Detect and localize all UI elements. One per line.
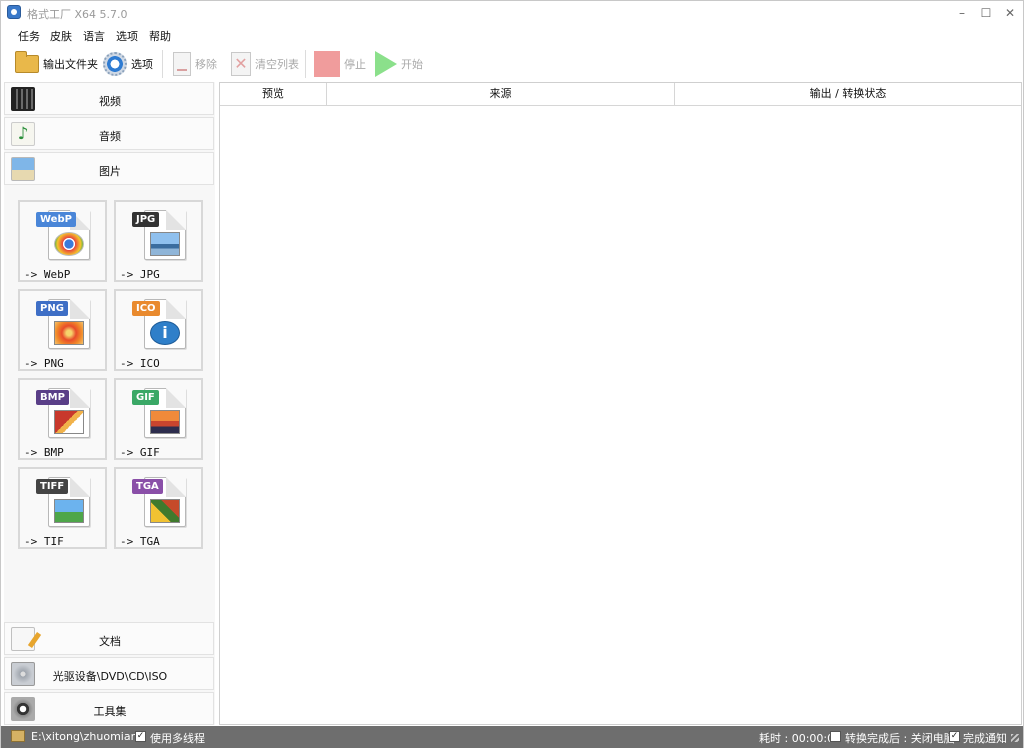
- format-label: -> ICO: [120, 357, 160, 370]
- stop-button[interactable]: 停止: [314, 49, 366, 79]
- category-audio[interactable]: ♪ 音频: [4, 117, 214, 150]
- format-label: -> TGA: [120, 535, 160, 548]
- clear-list-label: 清空列表: [255, 58, 299, 71]
- category-image[interactable]: 图片: [4, 152, 214, 185]
- format-bmp-button[interactable]: BMP -> BMP: [18, 378, 107, 460]
- after-convert-checkbox[interactable]: [830, 731, 841, 742]
- menu-help[interactable]: 帮助: [149, 28, 171, 44]
- paintbrush-icon: [54, 410, 84, 434]
- chrome-icon: [54, 232, 84, 256]
- format-label: -> JPG: [120, 268, 160, 281]
- category-label: 视频: [99, 95, 121, 108]
- sidebar: 视频 ♪ 音频 图片 WebP -> WebP JPG -> JPG PNG -…: [4, 82, 215, 725]
- options-gear-icon: [103, 52, 127, 76]
- meadow-icon: [54, 499, 84, 523]
- format-tif-button[interactable]: TIFF -> TIF: [18, 467, 107, 549]
- title-bar: 格式工厂 X64 5.7.0 – ☐ ✕: [1, 1, 1023, 25]
- maximize-button[interactable]: ☐: [975, 3, 997, 23]
- format-ico-button[interactable]: ICO i -> ICO: [114, 289, 203, 371]
- toolbar-divider: [305, 50, 306, 78]
- app-logo-icon: [7, 5, 21, 19]
- output-folder-button[interactable]: 输出文件夹: [15, 49, 98, 79]
- format-tag: ICO: [132, 301, 160, 316]
- task-list-header: 预览 来源 输出 / 转换状态: [220, 83, 1021, 106]
- remove-label: 移除: [195, 58, 217, 71]
- folder-icon: [15, 51, 39, 73]
- menu-bar: 任务 皮肤 语言 选项 帮助: [1, 25, 1023, 45]
- menu-language[interactable]: 语言: [83, 28, 105, 44]
- format-label: -> GIF: [120, 446, 160, 459]
- category-label: 音频: [99, 130, 121, 143]
- column-source[interactable]: 来源: [327, 83, 675, 105]
- sunset-icon: [150, 410, 180, 434]
- format-label: -> BMP: [24, 446, 64, 459]
- play-icon: [375, 51, 397, 77]
- task-list[interactable]: 预览 来源 输出 / 转换状态: [219, 82, 1022, 725]
- start-button[interactable]: 开始: [375, 49, 423, 79]
- status-bar: E:\xitong\zhuomian ✓ 使用多线程 耗时 : 00:00:00…: [1, 726, 1023, 748]
- column-output-status[interactable]: 输出 / 转换状态: [675, 83, 1021, 105]
- after-convert-label: 转换完成后 : 关闭电脑: [845, 732, 955, 745]
- category-label: 图片: [99, 165, 121, 178]
- painting-icon: [150, 499, 180, 523]
- format-webp-button[interactable]: WebP -> WebP: [18, 200, 107, 282]
- options-button[interactable]: 选项: [103, 49, 153, 79]
- stop-label: 停止: [344, 58, 366, 71]
- menu-skin[interactable]: 皮肤: [50, 28, 72, 44]
- elapsed-time: 耗时 : 00:00:00: [759, 732, 842, 745]
- remove-icon: [173, 52, 191, 76]
- format-tag: TGA: [132, 479, 163, 494]
- format-tga-button[interactable]: TGA -> TGA: [114, 467, 203, 549]
- clear-list-icon: ✕: [231, 52, 251, 76]
- multithread-checkbox[interactable]: ✓: [135, 731, 146, 742]
- column-preview[interactable]: 预览: [220, 83, 327, 105]
- folder-icon[interactable]: [11, 730, 25, 742]
- minimize-button[interactable]: –: [951, 3, 973, 23]
- window-title: 格式工厂 X64 5.7.0: [27, 8, 128, 21]
- category-document[interactable]: 文档: [4, 622, 214, 655]
- stop-icon: [314, 51, 340, 77]
- flower-icon: [54, 321, 84, 345]
- menu-task[interactable]: 任务: [18, 28, 40, 44]
- landscape-icon: [150, 232, 180, 256]
- output-path[interactable]: E:\xitong\zhuomian: [31, 730, 138, 743]
- format-png-button[interactable]: PNG -> PNG: [18, 289, 107, 371]
- format-tag: BMP: [36, 390, 69, 405]
- info-icon: i: [150, 321, 180, 345]
- format-label: -> PNG: [24, 357, 64, 370]
- format-tag: JPG: [132, 212, 160, 227]
- toolbar-divider: [162, 50, 163, 78]
- category-video[interactable]: 视频: [4, 82, 214, 115]
- category-label: 文档: [99, 635, 121, 648]
- format-tag: PNG: [36, 301, 68, 316]
- start-label: 开始: [401, 58, 423, 71]
- close-button[interactable]: ✕: [999, 3, 1021, 23]
- category-label: 工具集: [93, 705, 127, 718]
- category-disc-device[interactable]: 光驱设备\DVD\CD\ISO: [4, 657, 214, 690]
- format-label: -> WebP: [24, 268, 71, 281]
- multithread-label: 使用多线程: [150, 732, 205, 745]
- format-jpg-button[interactable]: JPG -> JPG: [114, 200, 203, 282]
- notify-label: 完成通知: [963, 732, 1007, 745]
- category-label: 光驱设备\DVD\CD\ISO: [52, 670, 168, 683]
- toolbar: 输出文件夹 选项 移除 ✕ 清空列表 停止 开始: [1, 46, 1023, 80]
- app-window: 格式工厂 X64 5.7.0 – ☐ ✕ 任务 皮肤 语言 选项 帮助 输出文件…: [0, 0, 1024, 748]
- options-label: 选项: [131, 58, 153, 71]
- remove-button[interactable]: 移除: [173, 49, 217, 79]
- format-tag: GIF: [132, 390, 159, 405]
- format-tag: TIFF: [36, 479, 69, 494]
- category-tools[interactable]: 工具集: [4, 692, 214, 725]
- format-tag: WebP: [36, 212, 76, 227]
- clear-list-button[interactable]: ✕ 清空列表: [231, 49, 299, 79]
- notify-checkbox[interactable]: ✓: [949, 731, 960, 742]
- output-folder-label: 输出文件夹: [43, 58, 98, 71]
- resize-grip-icon[interactable]: [1011, 734, 1019, 742]
- format-gif-button[interactable]: GIF -> GIF: [114, 378, 203, 460]
- menu-options[interactable]: 选项: [116, 28, 138, 44]
- format-label: -> TIF: [24, 535, 64, 548]
